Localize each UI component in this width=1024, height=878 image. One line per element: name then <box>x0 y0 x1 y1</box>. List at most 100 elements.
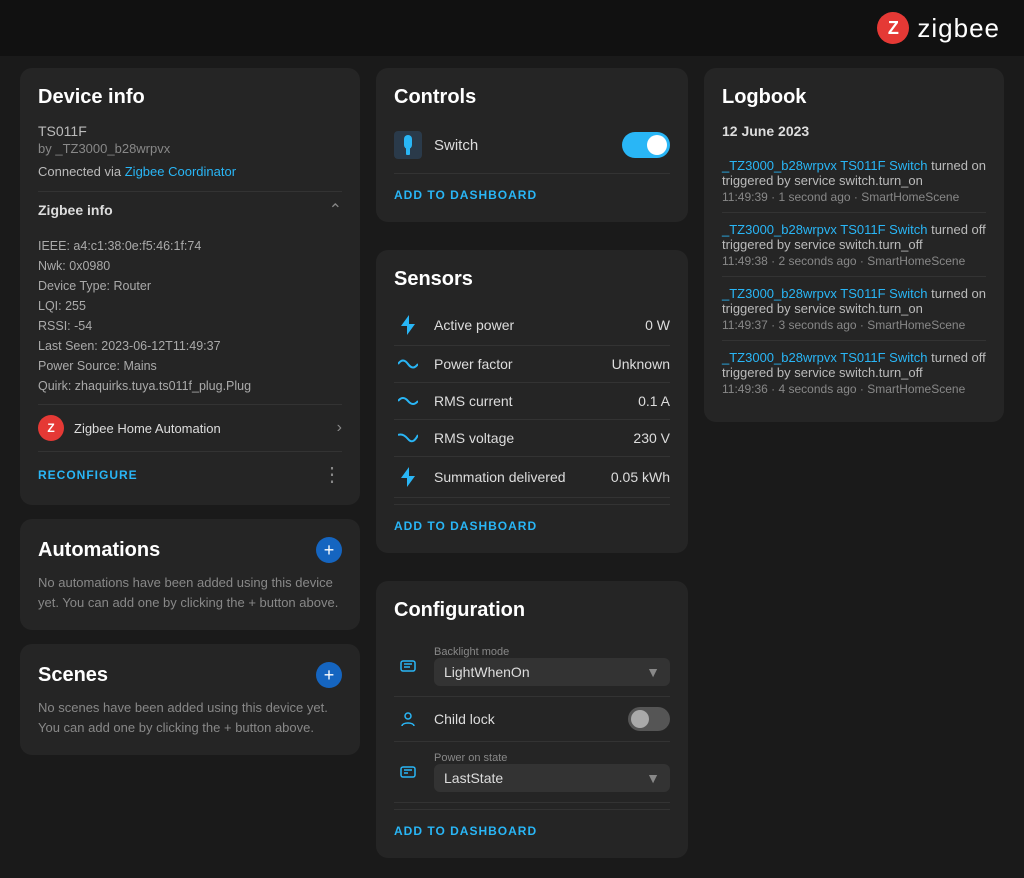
logbook-date: 12 June 2023 <box>722 123 986 139</box>
summation-label: Summation delivered <box>434 469 599 485</box>
ieee-row: IEEE: a4:c1:38:0e:f5:46:1f:74 <box>38 236 342 256</box>
sensors-add-dashboard-button[interactable]: ADD TO DASHBOARD <box>394 511 537 535</box>
automations-header: Automations + <box>38 537 342 563</box>
middle-column: Controls Switch ADD TO DASHBOARD Sens <box>376 68 688 858</box>
controls-add-dashboard-button[interactable]: ADD TO DASHBOARD <box>394 180 537 204</box>
active-power-value: 0 W <box>645 317 670 333</box>
logbook-title: Logbook <box>722 86 986 109</box>
device-type-row: Device Type: Router <box>38 276 342 296</box>
scenes-card: Scenes + No scenes have been added using… <box>20 644 360 755</box>
rms-voltage-icon <box>394 431 422 445</box>
sensor-row-summation: Summation delivered 0.05 kWh <box>394 457 670 498</box>
sensors-title: Sensors <box>394 268 670 291</box>
power-on-sub-label: Power on state <box>434 752 670 764</box>
sensor-row-active-power: Active power 0 W <box>394 305 670 346</box>
config-power-on-row: Power on state LastState ▼ <box>394 742 670 803</box>
log-link[interactable]: _TZ3000_b28wrpvx TS011F Switch <box>722 350 927 365</box>
chevron-right-icon: › <box>337 419 342 437</box>
log-entry: _TZ3000_b28wrpvx TS011F Switch turned on… <box>722 277 986 341</box>
zigbee-info-section: Zigbee info ⌃ <box>38 191 342 228</box>
logbook-card: Logbook 12 June 2023 _TZ3000_b28wrpvx TS… <box>704 68 1004 422</box>
sensor-row-rms-voltage: RMS voltage 230 V <box>394 420 670 457</box>
backlight-sub-label: Backlight mode <box>434 646 670 658</box>
sensors-card: Sensors Active power 0 W Power factor U <box>376 250 688 553</box>
zigbee-ha-row[interactable]: Z Zigbee Home Automation › <box>38 404 342 451</box>
device-model: TS011F <box>38 123 342 139</box>
log-entry-text: _TZ3000_b28wrpvx TS011F Switch turned on <box>722 157 986 173</box>
power-on-dropdown-icon: ▼ <box>646 770 660 786</box>
summation-value: 0.05 kWh <box>611 469 670 485</box>
quirk-row: Quirk: zhaquirks.tuya.ts011f_plug.Plug <box>38 376 342 396</box>
config-child-lock-row: Child lock <box>394 697 670 742</box>
log-meta: 11:49:36 · 4 seconds ago · SmartHomeScen… <box>722 382 986 396</box>
backlight-value: LightWhenOn <box>444 664 530 680</box>
rms-current-label: RMS current <box>434 393 626 409</box>
zigbee-coordinator-link[interactable]: Zigbee Coordinator <box>125 164 236 179</box>
log-action: turned off <box>927 350 985 365</box>
power-on-value: LastState <box>444 770 503 786</box>
more-options-button[interactable]: ⋮ <box>322 462 342 487</box>
switch-toggle[interactable] <box>622 132 670 158</box>
log-link[interactable]: _TZ3000_b28wrpvx TS011F Switch <box>722 158 927 173</box>
backlight-select[interactable]: LightWhenOn ▼ <box>434 658 670 686</box>
log-entry-text: _TZ3000_b28wrpvx TS011F Switch turned of… <box>722 349 986 365</box>
power-on-icon <box>394 763 422 781</box>
log-action: turned off <box>927 222 985 237</box>
backlight-icon <box>394 657 422 675</box>
power-factor-value: Unknown <box>612 356 670 372</box>
config-backlight-row: Backlight mode LightWhenOn ▼ <box>394 636 670 697</box>
brand-name: zigbee <box>917 13 1000 44</box>
config-divider <box>394 809 670 810</box>
configuration-card: Configuration Backlight mode LightWhenOn… <box>376 581 688 858</box>
controls-divider <box>394 173 670 174</box>
device-info-title: Device info <box>38 86 342 109</box>
log-meta: 11:49:37 · 3 seconds ago · SmartHomeScen… <box>722 318 986 332</box>
power-factor-icon <box>394 357 422 371</box>
active-power-icon <box>394 315 422 335</box>
child-lock-toggle[interactable] <box>628 707 670 731</box>
child-lock-slider <box>628 707 670 731</box>
rms-voltage-label: RMS voltage <box>434 430 621 446</box>
log-link[interactable]: _TZ3000_b28wrpvx TS011F Switch <box>722 222 927 237</box>
automations-empty: No automations have been added using thi… <box>38 573 342 612</box>
power-on-content: Power on state LastState ▼ <box>434 752 670 792</box>
switch-row: Switch <box>394 123 670 167</box>
rssi-row: RSSI: -54 <box>38 316 342 336</box>
log-entry: _TZ3000_b28wrpvx TS011F Switch turned on… <box>722 149 986 213</box>
backlight-dropdown-icon: ▼ <box>646 664 660 680</box>
device-connection: Connected via Zigbee Coordinator <box>38 164 342 179</box>
nwk-row: Nwk: 0x0980 <box>38 256 342 276</box>
controls-card: Controls Switch ADD TO DASHBOARD <box>376 68 688 222</box>
add-scene-button[interactable]: + <box>316 662 342 688</box>
child-lock-icon <box>394 710 422 728</box>
switch-icon <box>394 131 422 159</box>
configuration-title: Configuration <box>394 599 670 622</box>
log-action: turned on <box>927 286 986 301</box>
automations-card: Automations + No automations have been a… <box>20 519 360 630</box>
active-power-label: Active power <box>434 317 633 333</box>
sensor-row-rms-current: RMS current 0.1 A <box>394 383 670 420</box>
sensor-row-power-factor: Power factor Unknown <box>394 346 670 383</box>
brand: Z zigbee <box>877 12 1000 44</box>
backlight-content: Backlight mode LightWhenOn ▼ <box>434 646 670 686</box>
log-entry: _TZ3000_b28wrpvx TS011F Switch turned of… <box>722 341 986 404</box>
rms-current-icon <box>394 394 422 408</box>
power-on-select[interactable]: LastState ▼ <box>434 764 670 792</box>
switch-label: Switch <box>434 137 610 154</box>
log-action: turned on <box>927 158 986 173</box>
add-automation-button[interactable]: + <box>316 537 342 563</box>
power-source-row: Power Source: Mains <box>38 356 342 376</box>
summation-icon <box>394 467 422 487</box>
device-info-footer: RECONFIGURE ⋮ <box>38 451 342 487</box>
zigbee-info-table: IEEE: a4:c1:38:0e:f5:46:1f:74 Nwk: 0x098… <box>38 236 342 396</box>
chevron-up-icon[interactable]: ⌃ <box>329 200 342 220</box>
right-column: Logbook 12 June 2023 _TZ3000_b28wrpvx TS… <box>704 68 1004 858</box>
reconfigure-button[interactable]: RECONFIGURE <box>38 468 138 482</box>
log-trigger: triggered by service switch.turn_off <box>722 365 986 380</box>
header: Z zigbee <box>0 0 1024 56</box>
device-info-card: Device info TS011F by _TZ3000_b28wrpvx C… <box>20 68 360 505</box>
toggle-slider <box>622 132 670 158</box>
log-link[interactable]: _TZ3000_b28wrpvx TS011F Switch <box>722 286 927 301</box>
last-seen-row: Last Seen: 2023-06-12T11:49:37 <box>38 336 342 356</box>
log-trigger: triggered by service switch.turn_on <box>722 173 986 188</box>
